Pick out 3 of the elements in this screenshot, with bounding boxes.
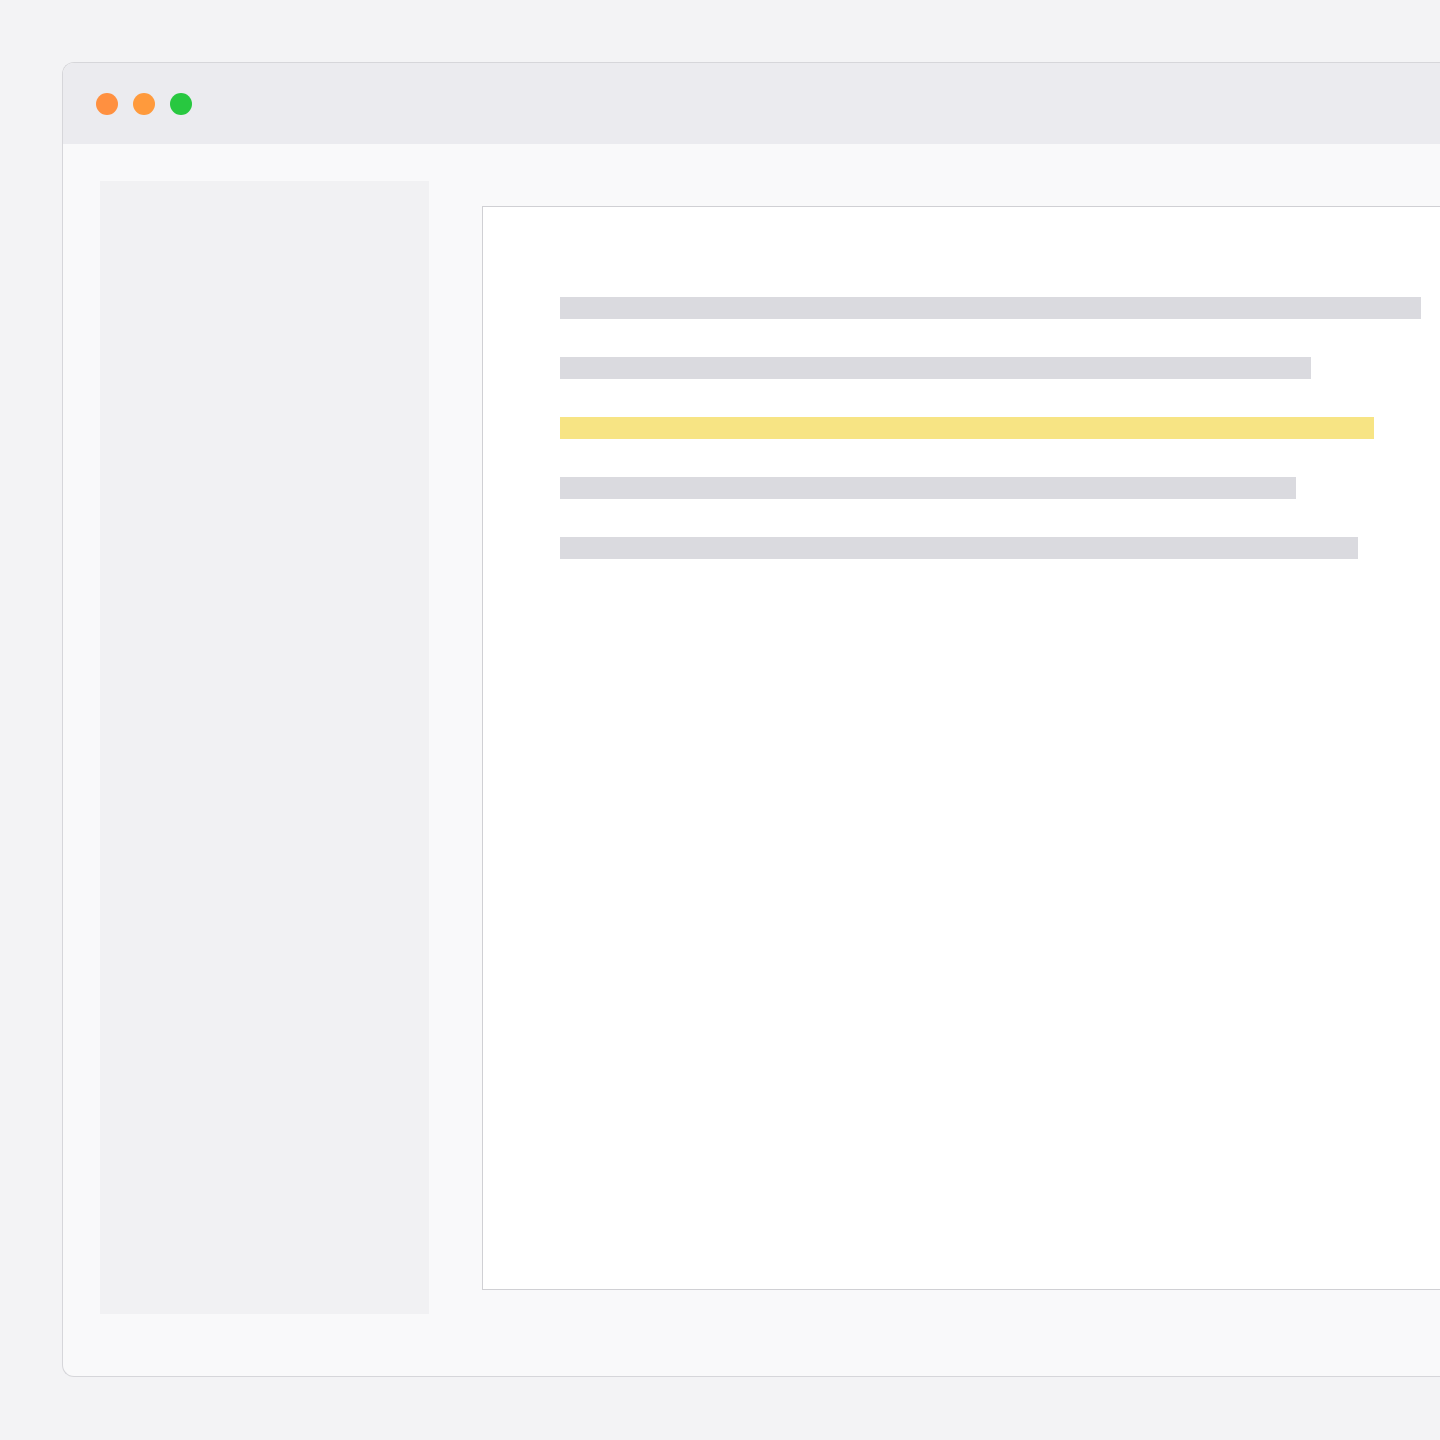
window-control-dot[interactable] <box>170 92 192 115</box>
window-control-dot[interactable] <box>96 92 118 115</box>
window-control-dot[interactable] <box>133 92 155 115</box>
